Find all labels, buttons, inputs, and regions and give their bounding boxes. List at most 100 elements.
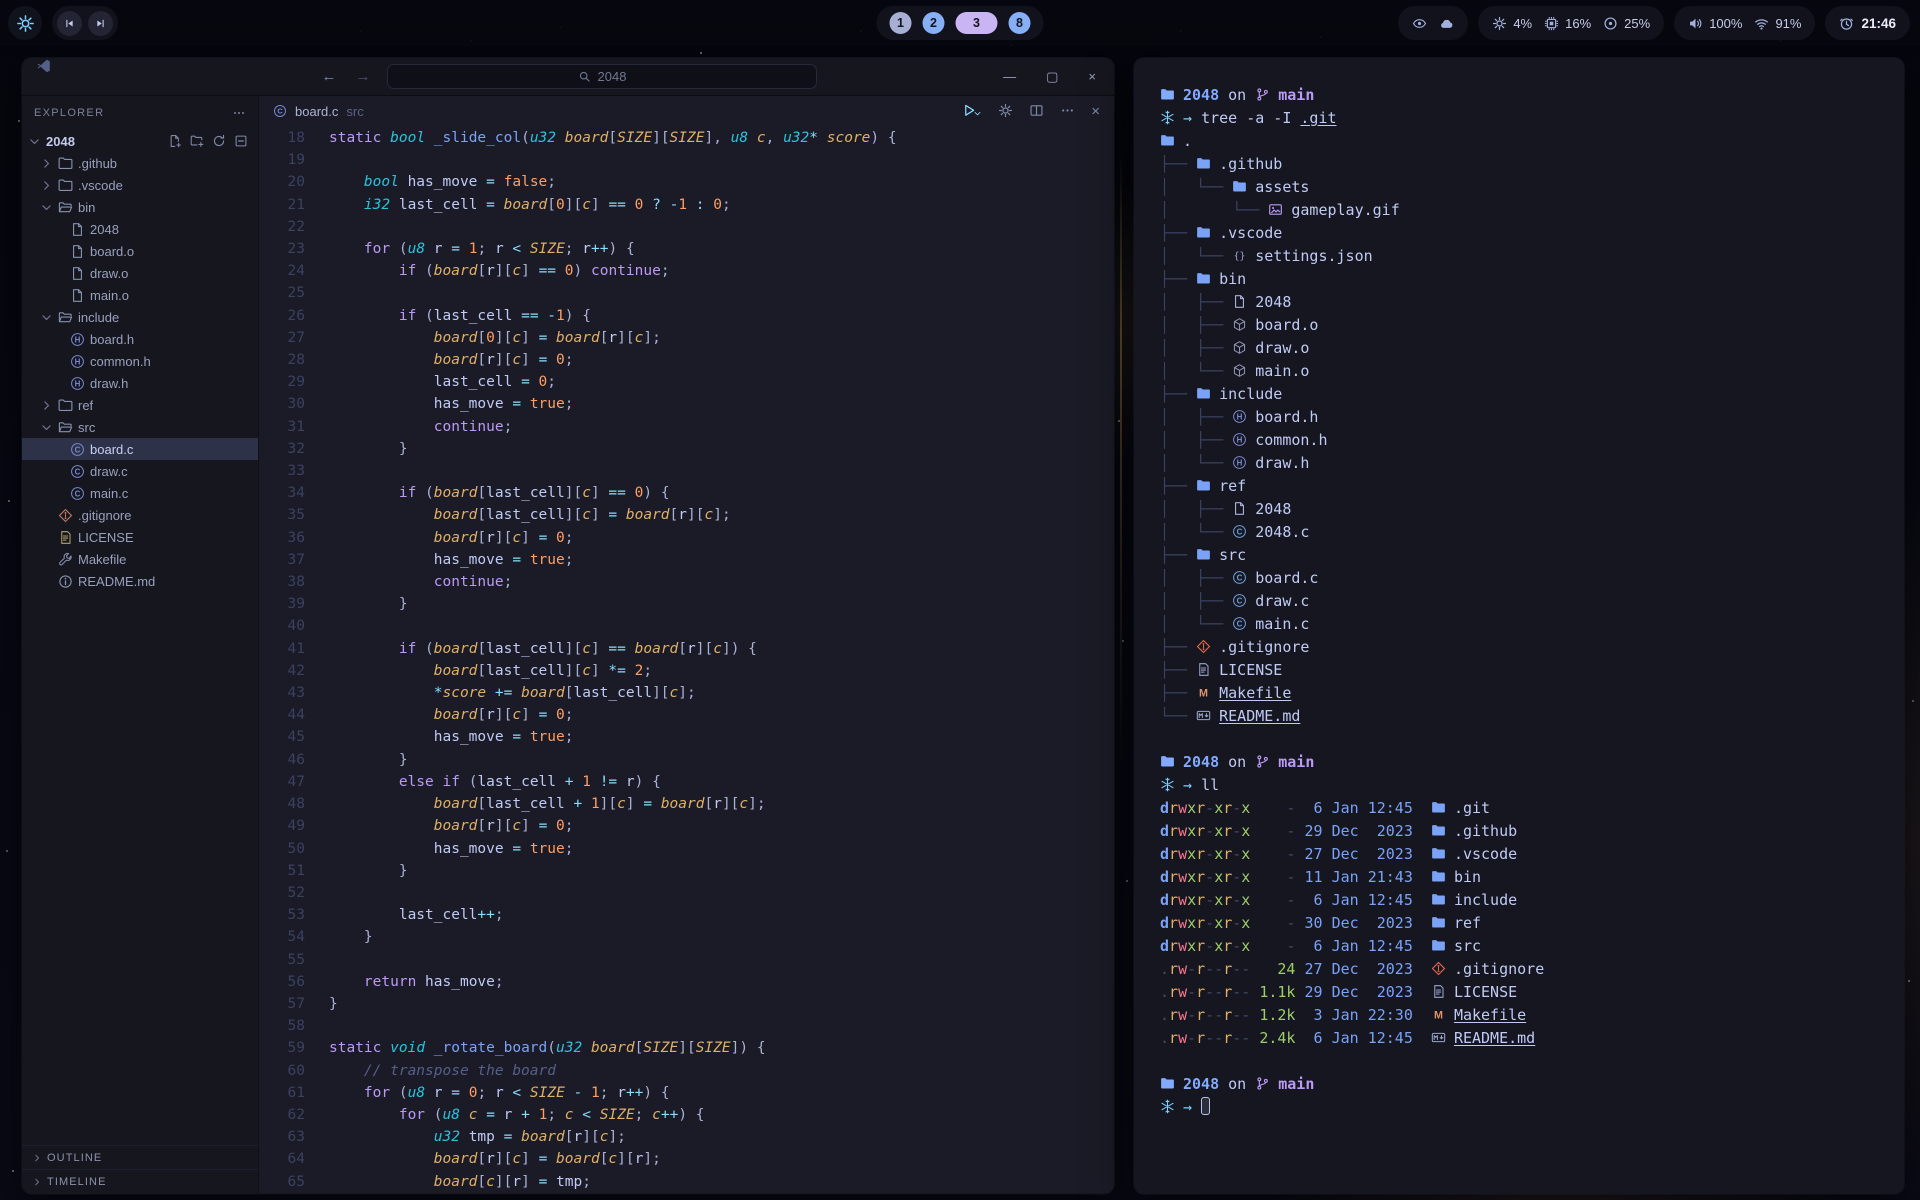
code-line-25[interactable]: 25	[259, 282, 1114, 304]
maximize-button[interactable]: ▢	[1046, 69, 1058, 85]
code-line-22[interactable]: 22	[259, 216, 1114, 238]
explorer-item-include[interactable]: include	[22, 306, 258, 328]
media-previous-button[interactable]	[57, 11, 82, 36]
audio-network-widget[interactable]: 100% 91%	[1674, 6, 1815, 40]
command-center-search[interactable]: 2048	[387, 64, 817, 89]
breadcrumb-file[interactable]: board.c	[295, 104, 338, 119]
code-line-48[interactable]: 48 board[last_cell + 1][c] = board[r][c]…	[259, 793, 1114, 815]
code-line-60[interactable]: 60 // transpose the board	[259, 1060, 1114, 1082]
nav-back-button[interactable]: ←	[319, 68, 339, 85]
code-line-41[interactable]: 41 if (board[last_cell][c] == board[r][c…	[259, 638, 1114, 660]
explorer-item-draw.o[interactable]: draw.o	[22, 262, 258, 284]
code-line-47[interactable]: 47 else if (last_cell + 1 != r) {	[259, 771, 1114, 793]
explorer-item-.github[interactable]: .github	[22, 152, 258, 174]
code-line-45[interactable]: 45 has_move = true;	[259, 726, 1114, 748]
code-line-61[interactable]: 61 for (u8 r = 0; r < SIZE - 1; r++) {	[259, 1082, 1114, 1104]
code-line-33[interactable]: 33	[259, 460, 1114, 482]
clock-widget[interactable]: 21:46	[1825, 6, 1910, 40]
code-line-39[interactable]: 39 }	[259, 593, 1114, 615]
code-line-36[interactable]: 36 board[r][c] = 0;	[259, 527, 1114, 549]
code-line-46[interactable]: 46 }	[259, 749, 1114, 771]
code-line-59[interactable]: 59static void _rotate_board(u32 board[SI…	[259, 1037, 1114, 1059]
explorer-item-board.c[interactable]: Cboard.c	[22, 438, 258, 460]
close-window-button[interactable]: ×	[1088, 69, 1096, 84]
new-folder-button[interactable]	[190, 134, 204, 149]
refresh-button[interactable]	[212, 134, 226, 149]
code-line-65[interactable]: 65 board[c][r] = tmp;	[259, 1171, 1114, 1193]
code-line-64[interactable]: 64 board[r][c] = board[c][r];	[259, 1148, 1114, 1170]
close-editor-button[interactable]: ×	[1091, 103, 1100, 120]
code-line-44[interactable]: 44 board[r][c] = 0;	[259, 704, 1114, 726]
editor-more-button[interactable]	[1060, 103, 1075, 119]
code-line-30[interactable]: 30 has_move = true;	[259, 393, 1114, 415]
nav-forward-button[interactable]: →	[353, 68, 373, 85]
explorer-item-2048[interactable]: 2048	[22, 218, 258, 240]
new-file-button[interactable]	[168, 134, 182, 149]
code-line-50[interactable]: 50 has_move = true;	[259, 838, 1114, 860]
code-line-20[interactable]: 20 bool has_move = false;	[259, 171, 1114, 193]
code-line-57[interactable]: 57}	[259, 993, 1114, 1015]
explorer-more-button[interactable]	[232, 106, 246, 121]
explorer-item-draw.h[interactable]: Hdraw.h	[22, 372, 258, 394]
code-line-32[interactable]: 32 }	[259, 438, 1114, 460]
media-next-button[interactable]	[88, 11, 113, 36]
code-line-35[interactable]: 35 board[last_cell][c] = board[r][c];	[259, 504, 1114, 526]
code-line-51[interactable]: 51 }	[259, 860, 1114, 882]
explorer-item-draw.c[interactable]: Cdraw.c	[22, 460, 258, 482]
explorer-item-LICENSE[interactable]: LICENSE	[22, 526, 258, 548]
vscode-titlebar[interactable]: ← → 2048 — ▢ ×	[22, 58, 1114, 96]
code-line-53[interactable]: 53 last_cell++;	[259, 904, 1114, 926]
run-button[interactable]	[962, 103, 982, 119]
code-line-23[interactable]: 23 for (u8 r = 1; r < SIZE; r++) {	[259, 238, 1114, 260]
minimize-button[interactable]: —	[1003, 69, 1016, 84]
code-line-28[interactable]: 28 board[r][c] = 0;	[259, 349, 1114, 371]
explorer-item-.vscode[interactable]: .vscode	[22, 174, 258, 196]
explorer-item-main.o[interactable]: main.o	[22, 284, 258, 306]
outline-panel[interactable]: OUTLINE	[22, 1145, 258, 1169]
collapse-all-button[interactable]	[234, 134, 248, 149]
system-stats-widget[interactable]: 4% 16% 25%	[1478, 6, 1664, 40]
code-line-27[interactable]: 27 board[0][c] = board[r][c];	[259, 327, 1114, 349]
explorer-item-2048[interactable]: 2048	[22, 130, 258, 152]
code-line-37[interactable]: 37 has_move = true;	[259, 549, 1114, 571]
code-line-34[interactable]: 34 if (board[last_cell][c] == 0) {	[259, 482, 1114, 504]
code-line-54[interactable]: 54 }	[259, 926, 1114, 948]
code-line-43[interactable]: 43 *score += board[last_cell][c];	[259, 682, 1114, 704]
workspace-2[interactable]: 2	[923, 12, 945, 34]
timeline-panel[interactable]: TIMELINE	[22, 1169, 258, 1193]
workspace-8[interactable]: 8	[1009, 12, 1031, 34]
breadcrumb-dir[interactable]: src	[346, 104, 363, 119]
weather-widget[interactable]	[1398, 6, 1468, 40]
editor-settings-button[interactable]	[998, 103, 1013, 119]
code-area[interactable]: 18static bool _slide_col(u32 board[SIZE]…	[259, 126, 1114, 1193]
explorer-item-board.h[interactable]: Hboard.h	[22, 328, 258, 350]
code-line-42[interactable]: 42 board[last_cell][c] *= 2;	[259, 660, 1114, 682]
code-line-52[interactable]: 52	[259, 882, 1114, 904]
explorer-item-common.h[interactable]: Hcommon.h	[22, 350, 258, 372]
explorer-item-.gitignore[interactable]: .gitignore	[22, 504, 258, 526]
code-line-29[interactable]: 29 last_cell = 0;	[259, 371, 1114, 393]
code-line-24[interactable]: 24 if (board[r][c] == 0) continue;	[259, 260, 1114, 282]
code-line-56[interactable]: 56 return has_move;	[259, 971, 1114, 993]
launcher-button[interactable]	[8, 6, 42, 40]
code-line-21[interactable]: 21 i32 last_cell = board[0][c] == 0 ? -1…	[259, 194, 1114, 216]
code-line-19[interactable]: 19	[259, 149, 1114, 171]
split-editor-button[interactable]	[1029, 103, 1044, 119]
code-line-49[interactable]: 49 board[r][c] = 0;	[259, 815, 1114, 837]
explorer-item-README.md[interactable]: README.md	[22, 570, 258, 592]
code-line-62[interactable]: 62 for (u8 c = r + 1; c < SIZE; c++) {	[259, 1104, 1114, 1126]
explorer-item-Makefile[interactable]: Makefile	[22, 548, 258, 570]
workspace-1[interactable]: 1	[890, 12, 912, 34]
code-line-26[interactable]: 26 if (last_cell == -1) {	[259, 305, 1114, 327]
code-line-38[interactable]: 38 continue;	[259, 571, 1114, 593]
workspace-3[interactable]: 3	[956, 12, 998, 34]
explorer-item-ref[interactable]: ref	[22, 394, 258, 416]
explorer-item-board.o[interactable]: board.o	[22, 240, 258, 262]
code-line-63[interactable]: 63 u32 tmp = board[r][c];	[259, 1126, 1114, 1148]
terminal-window[interactable]: 2048 on main→ tree -a -I .git.├── .githu…	[1134, 58, 1904, 1194]
explorer-item-main.c[interactable]: Cmain.c	[22, 482, 258, 504]
explorer-item-src[interactable]: src	[22, 416, 258, 438]
code-line-55[interactable]: 55	[259, 949, 1114, 971]
code-line-58[interactable]: 58	[259, 1015, 1114, 1037]
breadcrumbs[interactable]: C board.c src ×	[259, 96, 1114, 126]
